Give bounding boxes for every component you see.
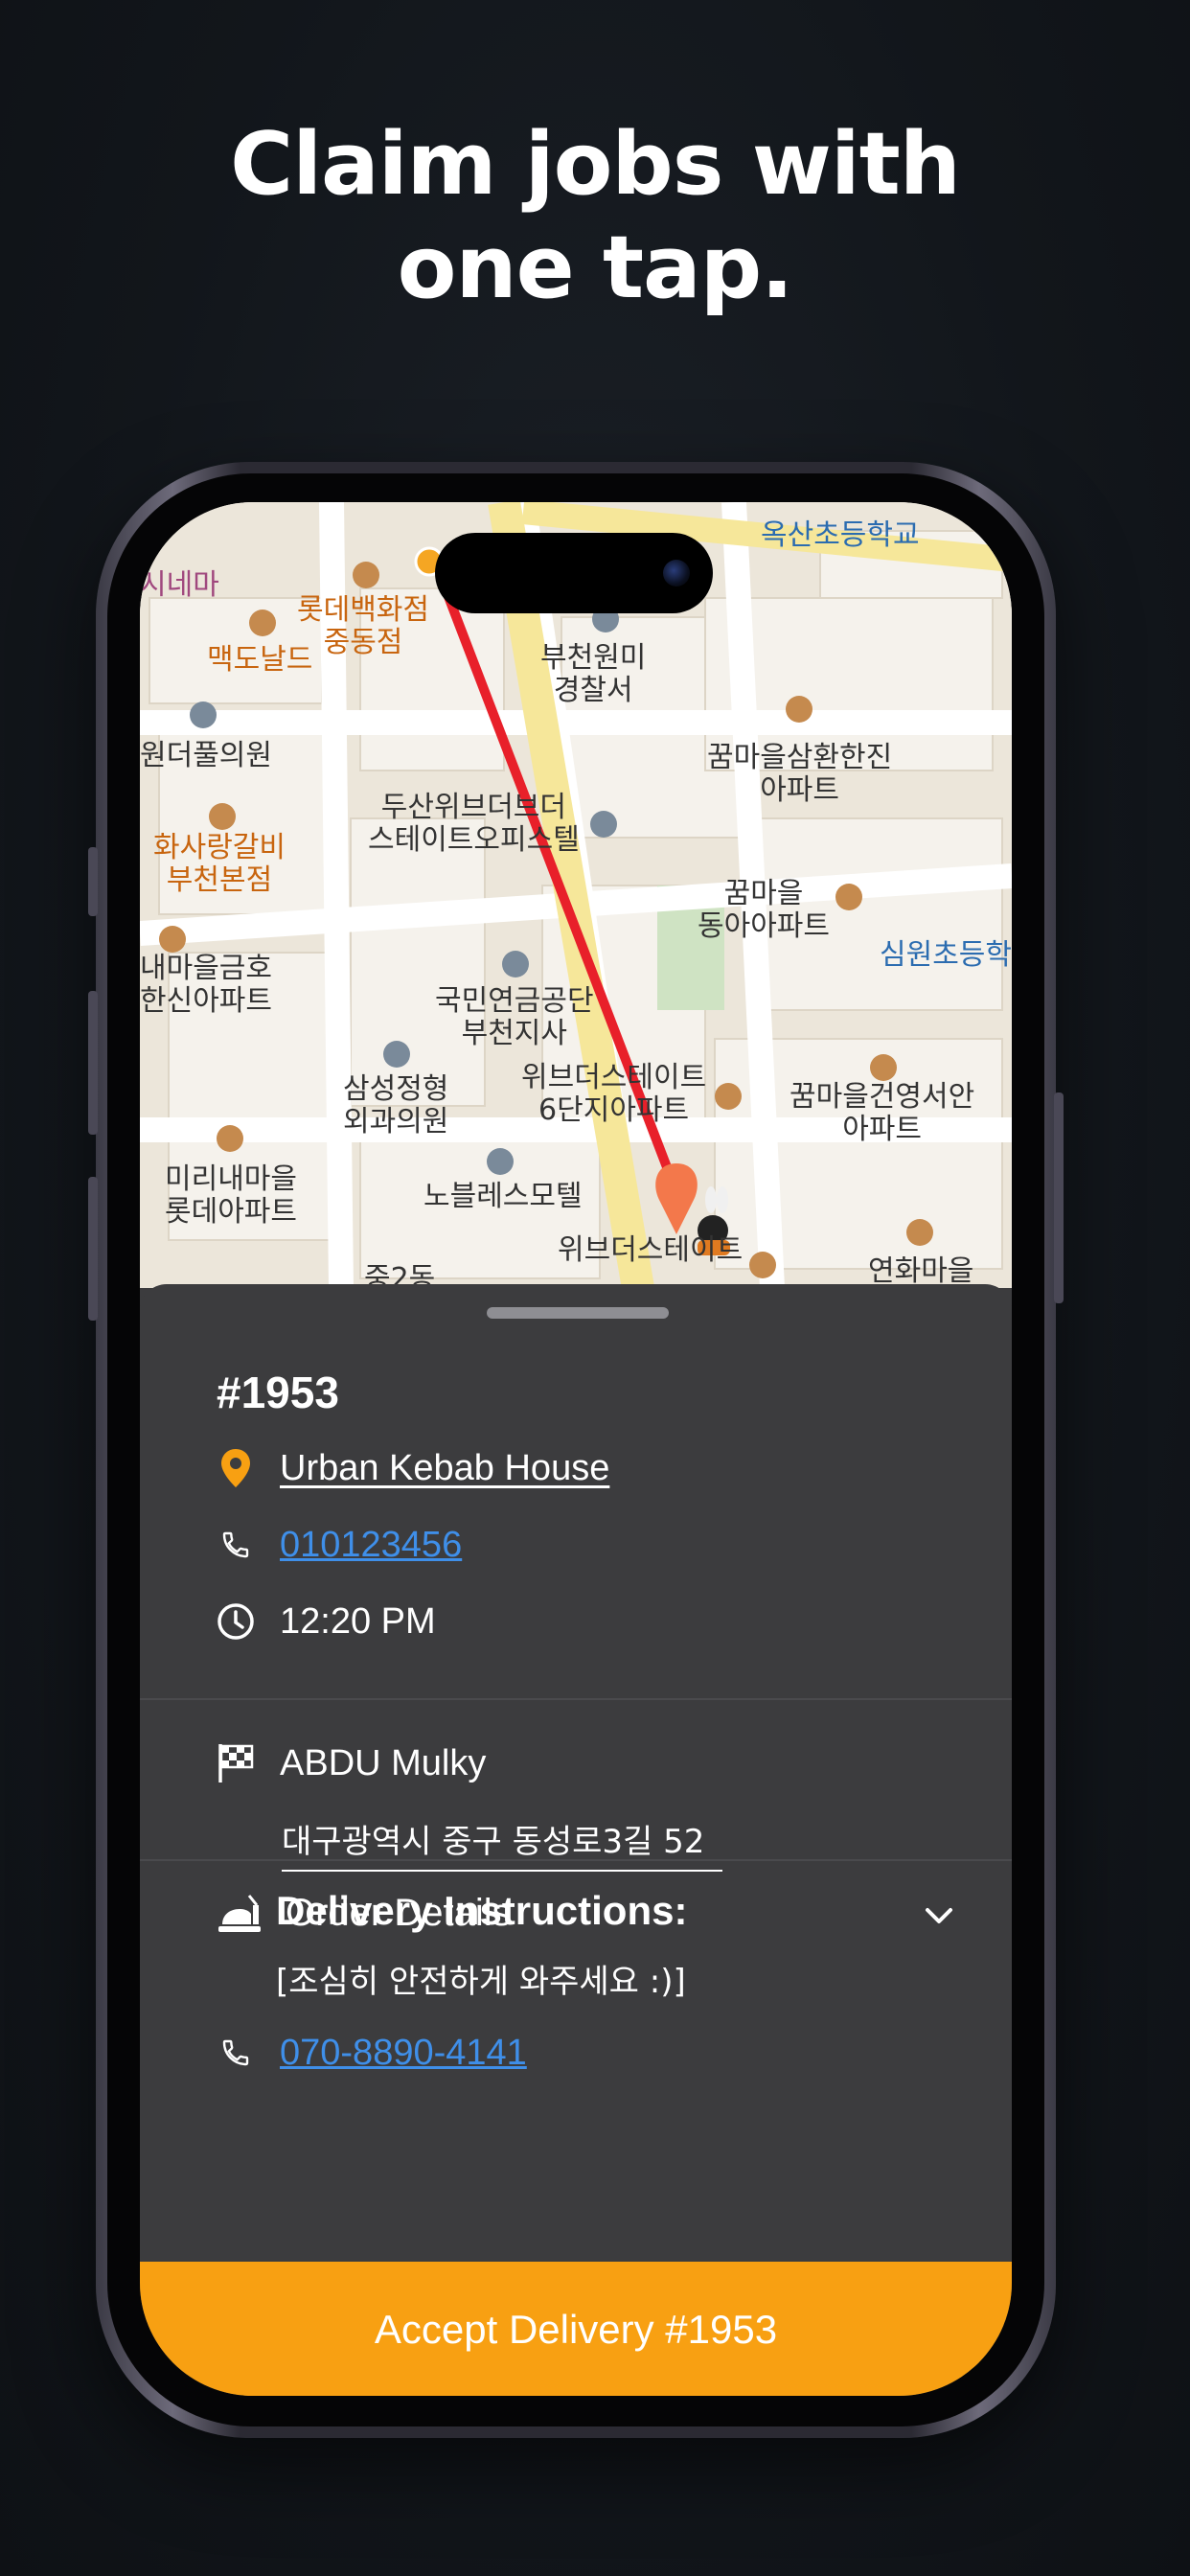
map-label-geumho: 내마을금호 한신아파트 [140, 952, 272, 1018]
headline-line-2: one tap. [397, 218, 794, 318]
phone-icon [217, 1524, 255, 1566]
map-label-police: 부천원미 경찰서 [540, 641, 647, 707]
order-details-label: Order Details [286, 1892, 512, 1934]
customer-address[interactable]: 대구광역시 중구 동성로3길 52 [282, 1815, 722, 1872]
section-divider [140, 1698, 1012, 1700]
accept-delivery-button[interactable]: Accept Delivery #1953 [140, 2262, 1012, 2396]
phone-volume-down [88, 1177, 98, 1321]
restaurant-name-link[interactable]: Urban Kebab House [280, 1448, 609, 1489]
map-label-noble-motel: 노블레스모텔 [423, 1180, 583, 1213]
map-label-donga: 꿈마을 동아아파트 [698, 877, 830, 943]
location-pin-icon [217, 1447, 255, 1489]
map-view[interactable]: 롯데백화점 중동점 맥도날드 부천원미 경찰서 옥산초등학교 시네마 원더풀의원 꿈… [140, 502, 1012, 1296]
checkered-flag-icon [217, 1742, 255, 1784]
map-label-geonyoung: 꿈마을건영서안 아파트 [790, 1080, 975, 1146]
customer-phone-link[interactable]: 070-8890-4141 [280, 2033, 527, 2074]
map-label-simwon-school: 심원초등학 [880, 938, 1012, 972]
pickup-time: 12:20 PM [280, 1600, 436, 1642]
phone-power-button [1054, 1092, 1064, 1303]
customer-row: ABDU Mulky [217, 1742, 486, 1784]
order-details-toggle[interactable]: Order Details [217, 1892, 954, 1935]
map-label-samsung-clinic: 삼성정형 외과의원 [343, 1072, 449, 1138]
chevron-down-icon [924, 1892, 954, 1935]
restaurant-row[interactable]: Urban Kebab House [217, 1447, 609, 1489]
map-label-weave6: 위브더스테이트 6단지아파트 [521, 1061, 707, 1127]
map-label-nps: 국민연금공단 부천지사 [435, 984, 594, 1050]
map-label-hwasa: 화사랑갈비 부천본점 [153, 831, 286, 897]
map-label-lotte: 롯데백화점 중동점 [297, 593, 429, 659]
app-screen: 롯데백화점 중동점 맥도날드 부천원미 경찰서 옥산초등학교 시네마 원더풀의원 꿈… [140, 502, 1012, 2396]
phone-action-button [88, 847, 98, 916]
restaurant-phone-link[interactable]: 010123456 [280, 1525, 462, 1566]
map-label-samhwan: 꿈마을삼환한진 아파트 [707, 741, 893, 807]
pickup-time-row: 12:20 PM [217, 1600, 436, 1643]
map-label-yeonhwa: 연화마을 [868, 1254, 974, 1288]
customer-phone-row[interactable]: 070-8890-4141 [217, 2032, 527, 2074]
map-label-cinema: 시네마 [140, 568, 219, 602]
order-id: #1953 [217, 1368, 339, 1417]
map-label-doosan: 두산위브더브더 스테이트오피스텔 [368, 791, 580, 857]
sheet-drag-handle[interactable] [487, 1307, 669, 1319]
delivery-bottom-sheet: #1953 Urban Kebab House 010123456 12:20 … [140, 1284, 1012, 2396]
map-label-mirinae: 미리내마을 롯데아파트 [165, 1162, 297, 1229]
map-label-okssan-school: 옥산초등학교 [761, 518, 920, 552]
clock-icon [217, 1600, 255, 1643]
phone-volume-up [88, 991, 98, 1135]
phone-icon [217, 2032, 255, 2074]
food-tray-icon [217, 1893, 263, 1935]
map-label-weave-bottom: 위브더스테이트 [558, 1233, 744, 1267]
section-divider-details [140, 1859, 1012, 1861]
customer-name: ABDU Mulky [280, 1742, 487, 1783]
headline: Claim jobs with one tap. [0, 113, 1190, 320]
restaurant-phone-row[interactable]: 010123456 [217, 1524, 462, 1566]
map-label-mcdonalds: 맥도날드 [207, 643, 313, 677]
map-label-clinic: 원더풀의원 [140, 739, 272, 772]
headline-line-1: Claim jobs with [230, 114, 961, 215]
dynamic-island [435, 533, 713, 613]
delivery-instructions-text: [조심히 안전하게 와주세요 :)] [276, 1963, 686, 2001]
